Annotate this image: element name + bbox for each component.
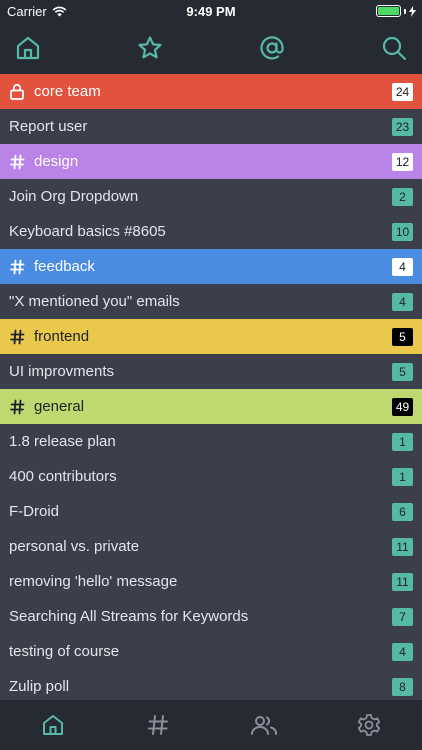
wifi-icon xyxy=(52,6,67,16)
unread-count-badge: 7 xyxy=(392,607,413,626)
hash-icon xyxy=(9,259,25,275)
unread-count-badge: 1 xyxy=(392,432,413,451)
lock-icon xyxy=(9,83,25,100)
topic-row[interactable]: removing 'hello' message 11 xyxy=(0,564,422,599)
search-icon[interactable] xyxy=(380,34,408,62)
carrier-label: Carrier xyxy=(7,3,47,19)
unread-count-badge: 2 xyxy=(392,187,413,206)
stream-left: core team xyxy=(9,83,101,100)
unread-count-badge: 23 xyxy=(392,117,413,136)
topic-name: F-Droid xyxy=(9,503,60,520)
unread-count-badge: 6 xyxy=(392,502,413,521)
topic-row[interactable]: Zulip poll 8 xyxy=(0,669,422,700)
streams-tab-icon[interactable] xyxy=(128,700,188,750)
topic-row[interactable]: 1.8 release plan 1 xyxy=(0,424,422,459)
stream-name: core team xyxy=(34,83,101,100)
topic-row[interactable]: "X mentioned you" emails 4 xyxy=(0,284,422,319)
stream-name: general xyxy=(34,398,85,415)
unread-count-badge: 11 xyxy=(392,572,413,591)
tab-bar xyxy=(0,700,422,750)
topic-row[interactable]: F-Droid 6 xyxy=(0,494,422,529)
settings-tab-icon[interactable] xyxy=(339,700,399,750)
topic-row[interactable]: personal vs. private 11 xyxy=(0,529,422,564)
stream-row[interactable]: design 12 xyxy=(0,144,422,179)
status-left: Carrier xyxy=(7,4,67,19)
star-icon[interactable] xyxy=(136,34,164,62)
unread-count-badge: 12 xyxy=(392,152,413,171)
battery-icon xyxy=(376,5,401,17)
stream-left: general xyxy=(9,398,84,415)
stream-row[interactable]: core team 24 xyxy=(0,74,422,109)
hash-icon xyxy=(9,329,25,345)
unread-count-badge: 4 xyxy=(392,642,413,661)
topic-name: Keyboard basics #8605 xyxy=(9,223,166,240)
stream-name: frontend xyxy=(34,328,90,345)
topic-name: testing of course xyxy=(9,643,120,660)
unread-count-badge: 8 xyxy=(392,677,413,696)
unread-count-badge: 1 xyxy=(392,467,413,486)
top-nav xyxy=(0,22,422,74)
unread-count-badge: 5 xyxy=(392,362,413,381)
status-bar: Carrier 9:49 PM xyxy=(0,0,422,22)
home-icon[interactable] xyxy=(14,34,42,62)
unread-count-badge: 24 xyxy=(392,82,413,101)
charging-icon xyxy=(409,5,416,17)
unread-count-badge: 4 xyxy=(392,292,413,311)
people-tab-icon[interactable] xyxy=(234,700,294,750)
stream-row[interactable]: frontend 5 xyxy=(0,319,422,354)
stream-name: feedback xyxy=(34,258,95,275)
unread-count-badge: 10 xyxy=(392,222,413,241)
topic-row[interactable]: UI improvments 5 xyxy=(0,354,422,389)
battery-tip xyxy=(404,8,406,14)
topic-name: personal vs. private xyxy=(9,538,140,555)
unread-count-badge: 5 xyxy=(392,327,413,346)
status-right xyxy=(376,5,416,17)
topic-name: Searching All Streams for Keywords xyxy=(9,608,249,625)
stream-name: design xyxy=(34,153,79,170)
topic-row[interactable]: testing of course 4 xyxy=(0,634,422,669)
stream-row[interactable]: feedback 4 xyxy=(0,249,422,284)
topic-name: removing 'hello' message xyxy=(9,573,178,590)
topic-row[interactable]: Report user 23 xyxy=(0,109,422,144)
stream-topic-list: core team 24 Report user 23 design 12 Join Org… xyxy=(0,74,422,700)
topic-name: Join Org Dropdown xyxy=(9,188,139,205)
stream-left: design xyxy=(9,153,78,170)
topic-name: UI improvments xyxy=(9,363,115,380)
topic-name: Zulip poll xyxy=(9,678,70,695)
topic-name: Report user xyxy=(9,118,88,135)
at-sign-icon[interactable] xyxy=(258,34,286,62)
topic-row[interactable]: 400 contributors 1 xyxy=(0,459,422,494)
home-tab-icon[interactable] xyxy=(23,700,83,750)
stream-left: feedback xyxy=(9,258,95,275)
topic-name: 1.8 release plan xyxy=(9,433,116,450)
stream-left: frontend xyxy=(9,328,89,345)
topic-name: 400 contributors xyxy=(9,468,117,485)
hash-icon xyxy=(9,154,25,170)
topic-name: "X mentioned you" emails xyxy=(9,293,180,310)
topic-row[interactable]: Join Org Dropdown 2 xyxy=(0,179,422,214)
unread-count-badge: 4 xyxy=(392,257,413,276)
topic-row[interactable]: Keyboard basics #8605 10 xyxy=(0,214,422,249)
hash-icon xyxy=(9,399,25,415)
unread-count-badge: 11 xyxy=(392,537,413,556)
topic-row[interactable]: Searching All Streams for Keywords 7 xyxy=(0,599,422,634)
stream-row[interactable]: general 49 xyxy=(0,389,422,424)
unread-count-badge: 49 xyxy=(392,397,413,416)
